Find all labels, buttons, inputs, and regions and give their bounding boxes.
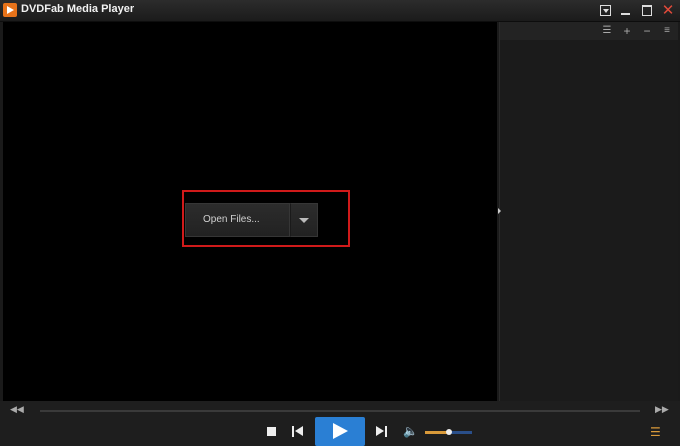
- seek-back-icon[interactable]: ◀◀: [10, 404, 24, 415]
- playlist-toggle-icon[interactable]: ☰: [650, 425, 661, 439]
- open-files-button[interactable]: Open Files...: [185, 203, 290, 237]
- seek-forward-icon[interactable]: ▶▶: [655, 404, 669, 415]
- playlist-sort-icon[interactable]: ≡: [659, 23, 675, 39]
- close-button[interactable]: ✕: [659, 2, 677, 19]
- volume-thumb[interactable]: [445, 429, 452, 435]
- volume-icon[interactable]: 🔈: [403, 424, 418, 438]
- playlist-remove-icon[interactable]: −: [639, 23, 655, 39]
- dropdown-icon: [600, 5, 611, 16]
- stop-button[interactable]: [267, 427, 276, 436]
- playlist-panel: ☰ + − ≡: [499, 22, 678, 401]
- title-bar: DVDFab Media Player ✕: [0, 0, 680, 22]
- volume-slider[interactable]: [425, 429, 472, 435]
- window-menu-button[interactable]: [596, 2, 614, 19]
- open-files-dropdown-button[interactable]: [290, 203, 318, 237]
- volume-fill: [425, 431, 449, 434]
- maximize-button[interactable]: [638, 2, 656, 19]
- minimize-icon: [621, 13, 630, 15]
- maximize-icon: [642, 5, 652, 16]
- previous-button[interactable]: [292, 426, 304, 438]
- dvdfab-logo-icon: [3, 3, 17, 17]
- next-button[interactable]: [376, 426, 388, 438]
- playlist-add-icon[interactable]: +: [619, 23, 635, 39]
- progress-slider[interactable]: [40, 410, 640, 412]
- playlist-toolbar: ☰ + − ≡: [500, 22, 678, 40]
- play-button[interactable]: [315, 417, 365, 446]
- collapse-panel-arrow-icon[interactable]: [498, 208, 501, 214]
- app-title: DVDFab Media Player: [21, 3, 135, 15]
- minimize-button[interactable]: [617, 2, 635, 19]
- playlist-list-icon[interactable]: ☰: [599, 23, 615, 39]
